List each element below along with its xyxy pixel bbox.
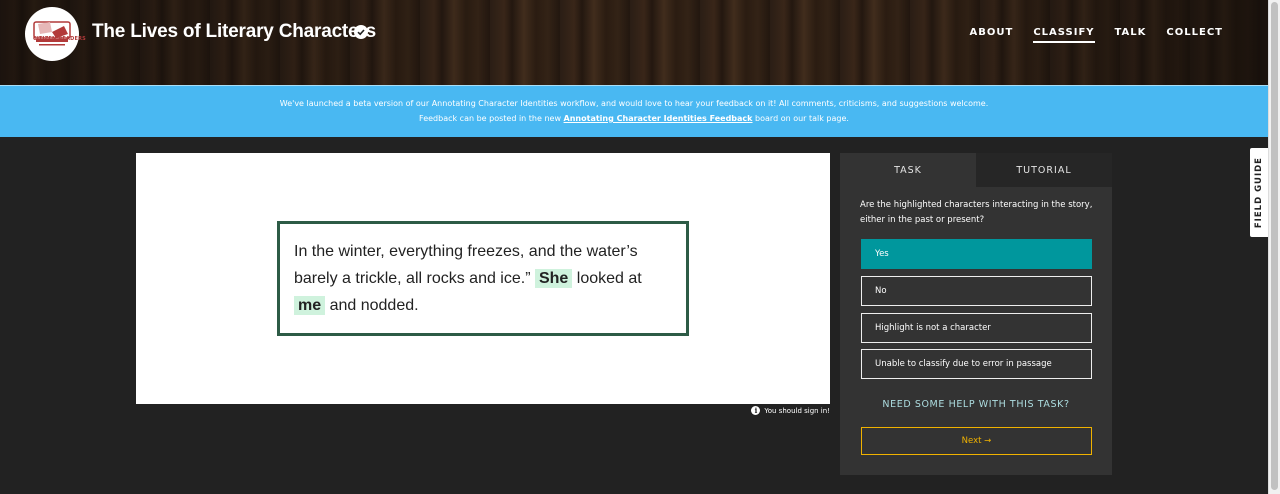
banner-line-2-suffix: board on our talk page. bbox=[752, 114, 849, 123]
info-icon: i bbox=[751, 406, 761, 415]
text-passage: In the winter, everything freezes, and t… bbox=[277, 221, 689, 336]
signin-text: You should sign in! bbox=[764, 406, 830, 415]
tab-task[interactable]: TASK bbox=[840, 153, 976, 187]
next-button[interactable]: Next → bbox=[861, 427, 1092, 455]
banner-line-2-prefix: Feedback can be posted in the new bbox=[419, 114, 564, 123]
answer-not-a-character[interactable]: Highlight is not a character bbox=[861, 313, 1092, 343]
logo-text: CITIZEN READERS bbox=[33, 36, 86, 42]
nav-about[interactable]: ABOUT bbox=[970, 27, 1014, 43]
character-highlight-me: me bbox=[294, 296, 326, 315]
page-scrollbar[interactable] bbox=[1268, 0, 1280, 494]
project-title[interactable]: The Lives of Literary Characters bbox=[92, 21, 376, 43]
answer-no[interactable]: No bbox=[861, 276, 1092, 306]
passage-text-c: and nodded. bbox=[329, 297, 419, 314]
project-nav: ABOUT CLASSIFY TALK COLLECT bbox=[970, 27, 1224, 43]
feedback-board-link[interactable]: Annotating Character Identities Feedback bbox=[564, 114, 753, 123]
character-highlight-she: She bbox=[534, 269, 573, 288]
field-guide-label: FIELD GUIDE bbox=[1254, 156, 1264, 229]
project-logo[interactable]: CITIZEN READERS bbox=[25, 7, 86, 61]
passage-text-b: looked at bbox=[576, 270, 642, 287]
announcement-banner: We've launched a beta version of our Ann… bbox=[0, 85, 1268, 137]
project-header: CITIZEN READERS The Lives of Literary Ch… bbox=[0, 0, 1268, 85]
scrollbar-thumb[interactable] bbox=[1271, 2, 1278, 490]
task-tabs: TASK TUTORIAL bbox=[840, 153, 1112, 187]
task-question: Are the highlighted characters interacti… bbox=[860, 200, 1093, 225]
verified-check-icon bbox=[354, 25, 368, 39]
book-logo-icon bbox=[33, 21, 71, 46]
banner-line-1: We've launched a beta version of our Ann… bbox=[279, 99, 989, 108]
banner-line-2: Feedback can be posted in the new Annota… bbox=[0, 111, 1268, 126]
task-panel: TASK TUTORIAL Are the highlighted charac… bbox=[840, 153, 1112, 475]
nav-talk[interactable]: TALK bbox=[1115, 27, 1147, 43]
signin-notice: i You should sign in! bbox=[751, 406, 830, 415]
tab-tutorial[interactable]: TUTORIAL bbox=[976, 153, 1112, 187]
nav-collect[interactable]: COLLECT bbox=[1166, 27, 1223, 43]
subject-viewer: In the winter, everything freezes, and t… bbox=[136, 153, 830, 404]
field-guide-tab[interactable]: FIELD GUIDE bbox=[1250, 148, 1268, 237]
answer-yes[interactable]: Yes bbox=[861, 239, 1092, 269]
nav-classify[interactable]: CLASSIFY bbox=[1033, 27, 1095, 43]
answer-error-in-passage[interactable]: Unable to classify due to error in passa… bbox=[861, 349, 1092, 379]
help-link[interactable]: NEED SOME HELP WITH THIS TASK? bbox=[840, 399, 1112, 410]
